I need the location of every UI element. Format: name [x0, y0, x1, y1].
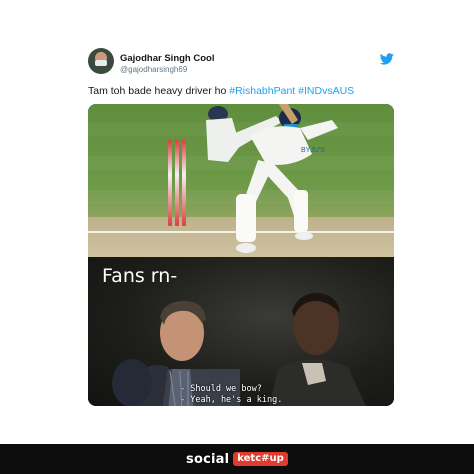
tweet-text-prefix: Tam toh bade heavy driver ho: [88, 85, 230, 97]
meme-caption: Fans rn-: [102, 265, 178, 287]
avatar[interactable]: [88, 48, 114, 74]
twitter-bird-icon[interactable]: [380, 53, 394, 65]
logo-ketchup-badge: ketc#up: [233, 452, 288, 466]
batsman: BYJU'S: [236, 104, 338, 253]
tweet-header: Gajodhar Singh Cool @gajodharsingh69: [88, 44, 394, 80]
cricket-photo: BYJU'S: [88, 104, 394, 257]
author-name[interactable]: Gajodhar Singh Cool: [120, 53, 214, 64]
logo-social-text: social: [186, 451, 230, 467]
hashtag-indvsaus[interactable]: #INDvsAUS: [298, 85, 354, 97]
meme-photo: Fans rn- - Should we bow? - Yeah, he's a…: [88, 257, 394, 406]
footer-bar: social ketc#up: [0, 444, 474, 474]
author-handle[interactable]: @gajodharsingh69: [120, 65, 187, 74]
socialketchup-logo[interactable]: social ketc#up: [186, 450, 288, 468]
subtitles: - Should we bow? - Yeah, he's a king.: [180, 384, 282, 406]
subtitle-line: - Should we bow?: [180, 384, 262, 394]
tweet-text: Tam toh bade heavy driver ho #RishabhPan…: [88, 85, 354, 97]
svg-text:BYJU'S: BYJU'S: [301, 147, 325, 154]
tweet-media[interactable]: BYJU'S Fans rn- - Should we bow? - Yeah,…: [88, 104, 394, 406]
tweet-card: Gajodhar Singh Cool @gajodharsingh69 Tam…: [88, 44, 394, 406]
hashtag-rishabhpant[interactable]: #RishabhPant: [229, 85, 295, 97]
subtitle-line: - Yeah, he's a king.: [180, 395, 283, 405]
